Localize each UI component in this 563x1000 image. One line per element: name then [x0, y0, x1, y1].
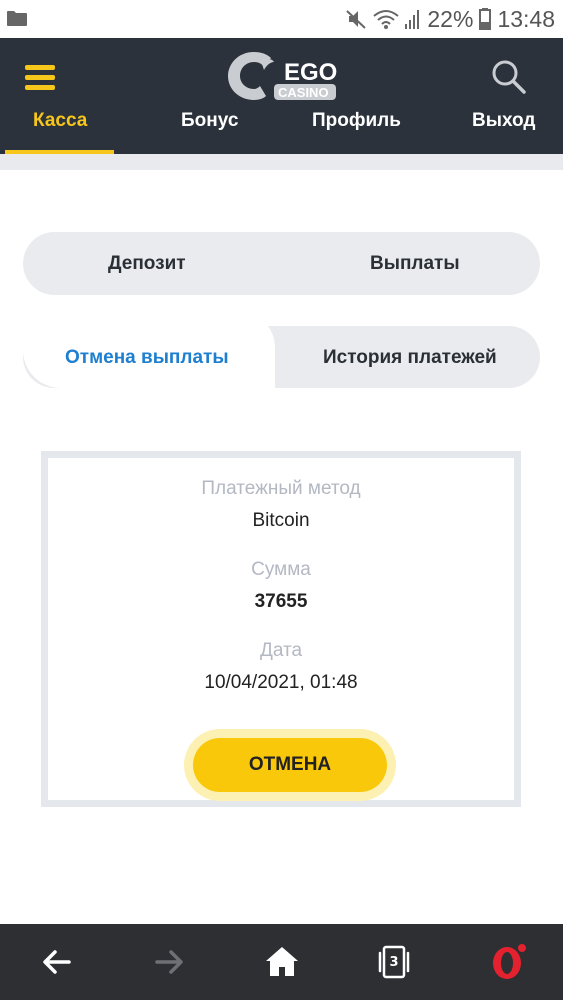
- amount-label: Сумма: [251, 559, 311, 580]
- nav-item-kassa[interactable]: Касса: [33, 110, 87, 132]
- payment-method-label: Платежный метод: [201, 478, 361, 499]
- ego-casino-logo[interactable]: EGO CASINO: [226, 46, 340, 106]
- date-value: 10/04/2021, 01:48: [204, 672, 358, 693]
- withdrawal-card: Платежный метод Bitcoin Сумма 37655 Дата…: [41, 451, 521, 807]
- home-icon[interactable]: [262, 942, 302, 982]
- logo-text-top: EGO: [284, 59, 337, 86]
- tabs-count: 3: [389, 954, 399, 970]
- tab-cancel-withdrawal[interactable]: Отмена выплаты: [65, 347, 229, 369]
- clock: 13:48: [497, 5, 555, 32]
- tabs-switcher-icon[interactable]: 3: [374, 942, 414, 982]
- header-divider: [0, 154, 563, 170]
- payment-method-value: Bitcoin: [252, 510, 310, 531]
- site-header: EGO CASINO Касса Бонус Профиль Выход: [0, 38, 563, 158]
- main-nav: Касса Бонус Профиль Выход: [0, 108, 563, 158]
- opera-menu-icon[interactable]: [487, 942, 527, 982]
- search-icon[interactable]: [490, 58, 526, 94]
- browser-bottom-bar: 3: [0, 924, 563, 1000]
- signal-icon: [405, 10, 420, 29]
- hamburger-menu-icon[interactable]: [25, 65, 55, 91]
- logo-text-bottom: CASINO: [278, 85, 329, 100]
- battery-icon: [479, 8, 492, 30]
- amount-value: 37655: [254, 591, 308, 612]
- folder-icon: [7, 11, 27, 26]
- status-bar: 22% 13:48: [0, 0, 563, 38]
- nav-item-bonus[interactable]: Бонус: [181, 110, 238, 132]
- cancel-button[interactable]: ОТМЕНА: [193, 738, 387, 792]
- tab-deposit[interactable]: Депозит: [108, 253, 186, 275]
- back-arrow-icon[interactable]: [37, 942, 77, 982]
- status-right: 22% 13:48: [345, 4, 555, 34]
- forward-arrow-icon[interactable]: [149, 942, 189, 982]
- wifi-icon: [373, 10, 400, 29]
- date-label: Дата: [259, 640, 303, 661]
- battery-percent: 22%: [427, 5, 474, 32]
- tab-payment-history[interactable]: История платежей: [323, 347, 497, 369]
- tab-withdrawals[interactable]: Выплаты: [370, 253, 460, 275]
- nav-item-profile[interactable]: Профиль: [312, 110, 401, 132]
- primary-tabs: Депозит Выплаты: [23, 232, 540, 295]
- nav-item-logout[interactable]: Выход: [472, 110, 535, 132]
- mute-icon: [346, 10, 367, 29]
